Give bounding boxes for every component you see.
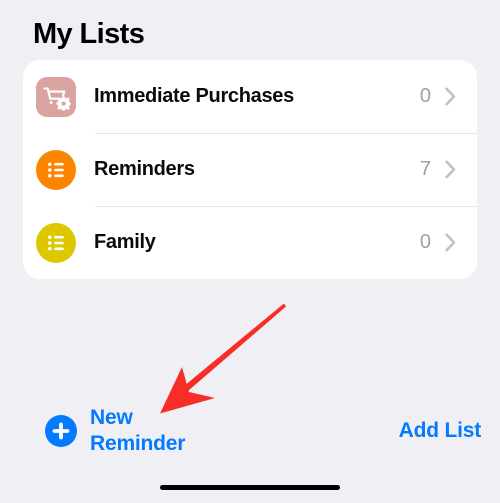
my-lists-card: Immediate Purchases 0 Reminders 7 Family… (23, 60, 477, 279)
home-indicator-bar (160, 485, 340, 490)
new-reminder-label: New Reminder (90, 406, 186, 455)
bullet-list-icon (36, 149, 76, 190)
list-row-label: Reminders (94, 158, 195, 180)
list-row-count: 7 (419, 158, 431, 180)
chevron-right-icon (445, 87, 456, 106)
list-row-family[interactable]: Family 0 (23, 206, 477, 279)
chevron-right-icon (445, 233, 456, 252)
list-row-reminders[interactable]: Reminders 7 (23, 133, 477, 206)
list-row-label: Family (94, 231, 156, 253)
shopping-cart-gear-icon (36, 76, 76, 117)
list-row-immediate-purchases[interactable]: Immediate Purchases 0 (23, 60, 477, 133)
list-row-label: Immediate Purchases (94, 85, 294, 107)
add-list-button[interactable]: Add List (399, 419, 482, 443)
new-reminder-button[interactable]: New Reminder (45, 405, 200, 457)
page-title: My Lists (33, 18, 145, 50)
bullet-list-icon (36, 222, 76, 263)
chevron-right-icon (445, 160, 456, 179)
bottom-toolbar: New Reminder Add List (0, 398, 500, 468)
list-row-count: 0 (419, 85, 431, 107)
reminders-lists-screen: My Lists Immediate Purchases 0 Reminders… (0, 0, 500, 503)
list-row-count: 0 (419, 231, 431, 253)
plus-circle-icon[interactable] (45, 415, 77, 447)
